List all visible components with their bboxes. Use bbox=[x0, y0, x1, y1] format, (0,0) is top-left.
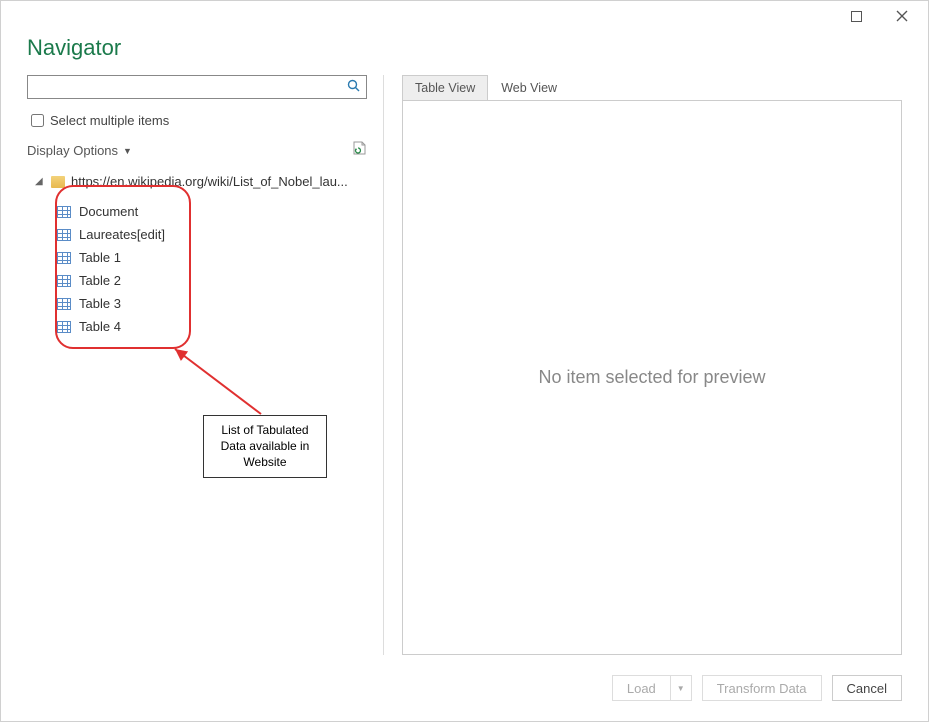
annotation-callout: List of Tabulated Data available in Webs… bbox=[203, 415, 327, 478]
tree-item-label: Laureates[edit] bbox=[79, 227, 165, 242]
tree-item[interactable]: Table 3 bbox=[33, 292, 361, 315]
folder-icon bbox=[51, 176, 65, 188]
preview-panel: Table View Web View No item selected for… bbox=[383, 75, 902, 655]
chevron-down-icon: ▼ bbox=[677, 684, 685, 693]
tree-item[interactable]: Document bbox=[33, 200, 361, 223]
tab-web-view[interactable]: Web View bbox=[488, 75, 570, 100]
tree-root-node[interactable]: ◢ https://en.wikipedia.org/wiki/List_of_… bbox=[27, 171, 367, 192]
table-icon bbox=[57, 206, 71, 218]
dialog-footer: Load ▼ Transform Data Cancel bbox=[1, 665, 928, 715]
dialog-title: Navigator bbox=[27, 35, 121, 60]
navigator-panel: Select multiple items Display Options ▼ … bbox=[27, 75, 367, 655]
titlebar bbox=[1, 1, 928, 31]
select-multiple-label: Select multiple items bbox=[50, 113, 169, 128]
tree-item[interactable]: Table 1 bbox=[33, 246, 361, 269]
table-icon bbox=[57, 229, 71, 241]
transform-data-button[interactable]: Transform Data bbox=[702, 675, 822, 701]
select-multiple-checkbox[interactable] bbox=[31, 114, 44, 127]
maximize-button[interactable] bbox=[834, 2, 878, 30]
refresh-icon[interactable] bbox=[351, 140, 367, 161]
display-options-label: Display Options bbox=[27, 143, 118, 158]
chevron-down-icon: ▼ bbox=[123, 146, 132, 156]
search-icon[interactable] bbox=[347, 79, 361, 98]
preview-area: No item selected for preview bbox=[402, 100, 902, 655]
load-split-button[interactable]: Load ▼ bbox=[612, 675, 692, 701]
tree-item[interactable]: Laureates[edit] bbox=[33, 223, 361, 246]
table-icon bbox=[57, 275, 71, 287]
preview-tabs: Table View Web View bbox=[402, 75, 902, 100]
search-input[interactable] bbox=[27, 75, 367, 99]
navigator-tree: ◢ https://en.wikipedia.org/wiki/List_of_… bbox=[27, 171, 367, 344]
tree-item-label: Table 2 bbox=[79, 273, 121, 288]
tree-item-label: Table 4 bbox=[79, 319, 121, 334]
table-icon bbox=[57, 252, 71, 264]
table-icon bbox=[57, 321, 71, 333]
tree-item-label: Document bbox=[79, 204, 138, 219]
display-options-dropdown[interactable]: Display Options ▼ bbox=[27, 143, 132, 158]
preview-empty-label: No item selected for preview bbox=[538, 367, 765, 388]
tree-item[interactable]: Table 4 bbox=[33, 315, 361, 338]
tree-item-label: Table 3 bbox=[79, 296, 121, 311]
tree-children: Document Laureates[edit] Table 1 Table 2… bbox=[27, 194, 367, 344]
load-dropdown-button[interactable]: ▼ bbox=[670, 675, 692, 701]
select-multiple-row[interactable]: Select multiple items bbox=[27, 111, 367, 130]
table-icon bbox=[57, 298, 71, 310]
cancel-button[interactable]: Cancel bbox=[832, 675, 902, 701]
tree-root-label: https://en.wikipedia.org/wiki/List_of_No… bbox=[71, 174, 367, 189]
dialog-header: Navigator bbox=[1, 31, 928, 75]
load-button[interactable]: Load bbox=[612, 675, 670, 701]
tree-item[interactable]: Table 2 bbox=[33, 269, 361, 292]
close-button[interactable] bbox=[880, 2, 924, 30]
search-wrapper bbox=[27, 75, 367, 99]
tree-item-label: Table 1 bbox=[79, 250, 121, 265]
collapse-icon[interactable]: ◢ bbox=[35, 176, 45, 187]
tab-table-view[interactable]: Table View bbox=[402, 75, 488, 100]
